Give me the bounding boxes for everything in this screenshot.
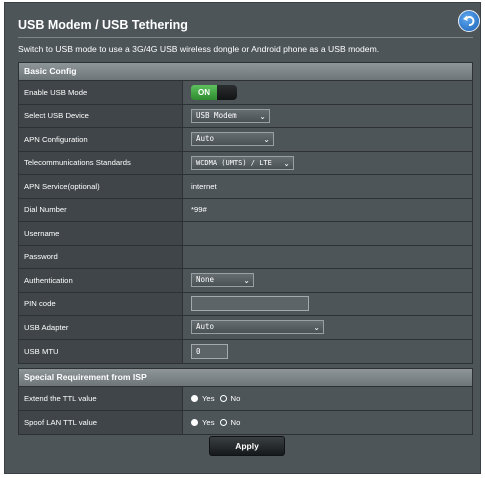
spoof-lan-ttl-yes-radio[interactable] <box>191 418 198 426</box>
dial-number-label: Dial Number <box>19 198 183 221</box>
basic-config-header: Basic Config <box>19 63 472 81</box>
row-spoof-lan-ttl: Spoof LAN TTL value Yes No <box>19 410 472 434</box>
row-usb-mtu: USB MTU 0 <box>19 339 472 363</box>
row-extend-ttl: Extend the TTL value Yes No <box>19 387 472 411</box>
row-apn-configuration: APN Configuration Auto ⌄ <box>19 128 472 152</box>
password-label: Password <box>19 245 183 268</box>
row-pin-code: PIN code <box>19 292 472 316</box>
username-label: Username <box>19 222 183 245</box>
authentication-label: Authentication <box>19 269 183 292</box>
password-field[interactable] <box>184 245 472 268</box>
chevron-down-icon: ⌄ <box>313 323 320 333</box>
spoof-lan-ttl-no-radio[interactable] <box>219 418 227 426</box>
page-description: Switch to USB mode to use a 3G/4G USB wi… <box>18 44 380 54</box>
usb-adapter-select[interactable]: Auto ⌄ <box>191 320 324 335</box>
dial-number-value[interactable]: *99# <box>184 198 472 221</box>
enable-usb-mode-toggle[interactable]: ON <box>191 84 237 100</box>
apn-configuration-label: APN Configuration <box>19 128 183 151</box>
apply-button[interactable]: Apply <box>209 436 285 456</box>
row-username: Username <box>19 222 472 246</box>
authentication-select-value: None <box>196 275 215 285</box>
usb-device-select[interactable]: USB Modem ⌄ <box>191 108 270 123</box>
enable-usb-mode-label: Enable USB Mode <box>19 81 183 104</box>
spoof-lan-ttl-yes-label: Yes <box>202 417 215 427</box>
usb-mtu-label: USB MTU <box>19 339 183 363</box>
spoof-lan-ttl-no-label: No <box>230 417 241 427</box>
toggle-on-label: ON <box>191 84 217 100</box>
username-field[interactable] <box>184 222 472 245</box>
usb-adapter-select-value: Auto <box>196 322 215 332</box>
apn-service-value[interactable]: internet <box>184 175 472 198</box>
spoof-lan-ttl-radio-group: Yes No <box>191 418 240 427</box>
telecom-standards-select[interactable]: WCDMA (UMTS) / LTE ⌄ <box>191 155 294 170</box>
row-telecom-standards: Telecommunications Standards WCDMA (UMTS… <box>19 151 472 175</box>
extend-ttl-yes-radio[interactable] <box>191 394 198 402</box>
title-divider <box>18 37 473 38</box>
row-password: Password <box>19 245 472 269</box>
chevron-down-icon: ⌄ <box>243 276 250 286</box>
row-usb-adapter: USB Adapter Auto ⌄ <box>19 316 472 340</box>
usb-device-select-value: USB Modem <box>196 110 237 120</box>
special-requirement-table: Special Requirement from ISP Extend the … <box>18 368 473 435</box>
extend-ttl-yes-label: Yes <box>202 393 215 403</box>
apn-configuration-select[interactable]: Auto ⌄ <box>191 132 274 147</box>
row-dial-number: Dial Number *99# <box>19 198 472 222</box>
basic-config-table: Basic Config Enable USB Mode ON Select U… <box>18 62 473 364</box>
extend-ttl-no-label: No <box>230 393 241 403</box>
chevron-down-icon: ⌄ <box>263 135 270 145</box>
apn-configuration-select-value: Auto <box>196 134 215 144</box>
extend-ttl-radio-group: Yes No <box>191 394 240 403</box>
chevron-down-icon: ⌄ <box>259 111 266 121</box>
row-apn-service: APN Service(optional) internet <box>19 175 472 199</box>
pin-code-input[interactable] <box>191 296 309 312</box>
back-button[interactable] <box>458 10 480 32</box>
usb-adapter-label: USB Adapter <box>19 316 183 339</box>
page-title: USB Modem / USB Tethering <box>18 18 188 32</box>
telecom-standards-label: Telecommunications Standards <box>19 151 183 174</box>
apn-service-label: APN Service(optional) <box>19 175 183 198</box>
row-enable-usb-mode: Enable USB Mode ON <box>19 81 472 105</box>
pin-code-label: PIN code <box>19 292 183 315</box>
select-usb-device-label: Select USB Device <box>19 104 183 127</box>
page-frame: USB Modem / USB Tethering Switch to USB … <box>4 2 481 474</box>
authentication-select[interactable]: None ⌄ <box>191 273 254 288</box>
extend-ttl-label: Extend the TTL value <box>19 387 183 410</box>
back-arrow-icon <box>463 15 475 26</box>
chevron-down-icon: ⌄ <box>283 158 290 168</box>
toggle-knob <box>217 84 237 100</box>
row-select-usb-device: Select USB Device USB Modem ⌄ <box>19 104 472 128</box>
extend-ttl-no-radio[interactable] <box>219 394 227 402</box>
telecom-standards-select-value: WCDMA (UMTS) / LTE <box>196 158 272 167</box>
spoof-lan-ttl-label: Spoof LAN TTL value <box>19 410 183 434</box>
special-requirement-header: Special Requirement from ISP <box>19 369 472 387</box>
row-authentication: Authentication None ⌄ <box>19 269 472 293</box>
usb-mtu-input[interactable]: 0 <box>191 343 228 359</box>
